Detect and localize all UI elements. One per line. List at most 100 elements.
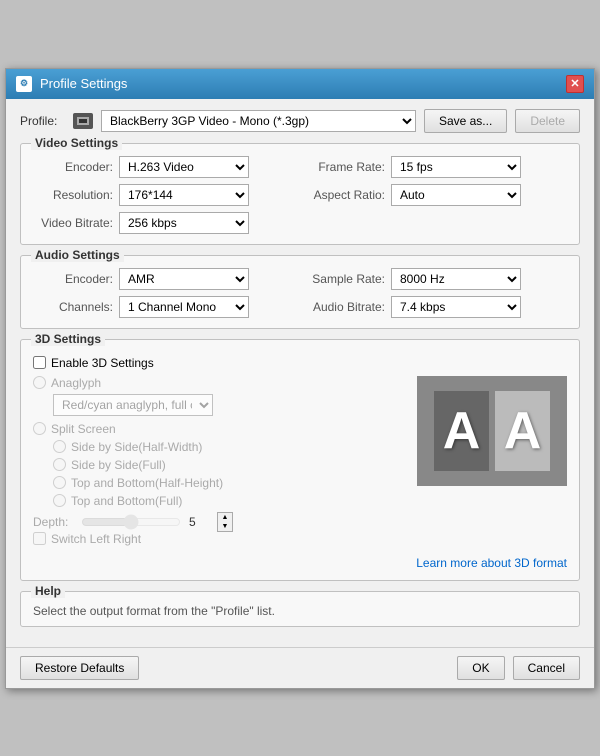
top-bottom-full-radio[interactable] [53, 494, 66, 507]
cancel-button[interactable]: Cancel [513, 656, 580, 680]
audio-form-grid: Encoder: AMR Sample Rate: 8000 Hz [33, 268, 567, 318]
split-screen-radio-row: Split Screen [33, 422, 407, 436]
audio-bitrate-select[interactable]: 7.4 kbps [391, 296, 521, 318]
video-settings-content: Encoder: H.263 Video Frame Rate: 15 fps [33, 156, 567, 234]
anaglyph-radio[interactable] [33, 376, 46, 389]
audio-encoder-label: Encoder: [33, 272, 113, 286]
top-bottom-full-row: Top and Bottom(Full) [33, 494, 407, 508]
title-bar: ⚙ Profile Settings ✕ [6, 69, 594, 99]
split-screen-label[interactable]: Split Screen [51, 422, 116, 436]
title-bar-left: ⚙ Profile Settings [16, 76, 127, 92]
depth-up-arrow[interactable]: ▲ [218, 513, 232, 522]
audio-encoder-select[interactable]: AMR [119, 268, 249, 290]
video-settings-title: Video Settings [31, 136, 122, 150]
bottom-right-buttons: OK Cancel [457, 656, 580, 680]
audio-encoder-form-row: Encoder: AMR [33, 268, 295, 290]
anaglyph-radio-row: Anaglyph [33, 376, 407, 390]
aspect-ratio-label: Aspect Ratio: [305, 188, 385, 202]
channels-row: Channels: 1 Channel Mono [33, 296, 295, 318]
dialog-title: Profile Settings [40, 76, 127, 91]
aa-letter-left: A [434, 391, 489, 471]
side-by-side-full-label[interactable]: Side by Side(Full) [71, 458, 166, 472]
audio-settings-content: Encoder: AMR Sample Rate: 8000 Hz [33, 268, 567, 318]
resolution-label: Resolution: [33, 188, 113, 202]
anaglyph-label[interactable]: Anaglyph [51, 376, 101, 390]
side-by-side-half-radio[interactable] [53, 440, 66, 453]
aspect-ratio-row: Aspect Ratio: Auto [305, 184, 567, 206]
3d-layout: Anaglyph Red/cyan anaglyph, full color S… [33, 376, 567, 552]
delete-button[interactable]: Delete [515, 109, 580, 133]
video-bitrate-form-row: Video Bitrate: 256 kbps [33, 212, 295, 234]
restore-defaults-button[interactable]: Restore Defaults [20, 656, 139, 680]
aspect-ratio-select[interactable]: Auto [391, 184, 521, 206]
profile-select[interactable]: BlackBerry 3GP Video - Mono (*.3gp) [101, 110, 416, 132]
sample-rate-form-row: Sample Rate: 8000 Hz [305, 268, 567, 290]
video-form-grid: Encoder: H.263 Video Frame Rate: 15 fps [33, 156, 567, 234]
3d-left: Anaglyph Red/cyan anaglyph, full color S… [33, 376, 407, 552]
sample-rate-row: Sample Rate: 8000 Hz [305, 268, 567, 290]
aspect-ratio-form-row: Aspect Ratio: Auto [305, 184, 567, 206]
encoder-select[interactable]: H.263 Video [119, 156, 249, 178]
help-text: Select the output format from the "Profi… [33, 604, 567, 618]
side-by-side-half-label[interactable]: Side by Side(Half-Width) [71, 440, 202, 454]
aa-preview-text: A A [434, 391, 550, 471]
switch-lr-row: Switch Left Right [33, 532, 407, 546]
help-title: Help [31, 584, 65, 598]
ok-button[interactable]: OK [457, 656, 504, 680]
depth-slider[interactable] [81, 514, 181, 530]
depth-row: Depth: 5 ▲ ▼ [33, 512, 407, 532]
side-by-side-full-row: Side by Side(Full) [33, 458, 407, 472]
top-bottom-half-radio[interactable] [53, 476, 66, 489]
3d-settings-content: Enable 3D Settings Anaglyph Red/cyan ana… [33, 352, 567, 570]
3d-settings-section: 3D Settings Enable 3D Settings Anaglyph [20, 339, 580, 581]
channels-select[interactable]: 1 Channel Mono [119, 296, 249, 318]
enable-3d-label[interactable]: Enable 3D Settings [51, 356, 154, 370]
side-by-side-full-radio[interactable] [53, 458, 66, 471]
encoder-label: Encoder: [33, 160, 113, 174]
frame-rate-form-row: Frame Rate: 15 fps [305, 156, 567, 178]
top-bottom-half-label[interactable]: Top and Bottom(Half-Height) [71, 476, 223, 490]
bottom-bar: Restore Defaults OK Cancel [6, 647, 594, 688]
resolution-row: Resolution: 176*144 [33, 184, 295, 206]
depth-down-arrow[interactable]: ▼ [218, 522, 232, 531]
video-bitrate-select[interactable]: 256 kbps [119, 212, 249, 234]
switch-lr-label[interactable]: Switch Left Right [51, 532, 141, 546]
top-bottom-half-row: Top and Bottom(Half-Height) [33, 476, 407, 490]
save-as-button[interactable]: Save as... [424, 109, 507, 133]
video-bitrate-row: Video Bitrate: 256 kbps [33, 212, 295, 234]
enable-3d-checkbox[interactable] [33, 356, 46, 369]
sample-rate-select[interactable]: 8000 Hz [391, 268, 521, 290]
video-settings-section: Video Settings Encoder: H.263 Video [20, 143, 580, 245]
encoder-form-row: Encoder: H.263 Video [33, 156, 295, 178]
help-section: Help Select the output format from the "… [20, 591, 580, 627]
learn-more-link[interactable]: Learn more about 3D format [416, 556, 567, 570]
app-icon: ⚙ [16, 76, 32, 92]
close-button[interactable]: ✕ [566, 75, 584, 93]
switch-lr-checkbox[interactable] [33, 532, 46, 545]
resolution-select[interactable]: 176*144 [119, 184, 249, 206]
side-by-side-half-row: Side by Side(Half-Width) [33, 440, 407, 454]
depth-value: 5 [189, 515, 209, 529]
audio-settings-title: Audio Settings [31, 248, 124, 262]
aa-letter-right: A [495, 391, 550, 471]
top-bottom-full-label[interactable]: Top and Bottom(Full) [71, 494, 182, 508]
audio-bitrate-form-row: Audio Bitrate: 7.4 kbps [305, 296, 567, 318]
depth-label: Depth: [33, 515, 73, 529]
frame-rate-label: Frame Rate: [305, 160, 385, 174]
3d-preview: A A [417, 376, 567, 486]
encoder-row: Encoder: H.263 Video [33, 156, 295, 178]
dialog: ⚙ Profile Settings ✕ Profile: BlackBerry… [5, 68, 595, 689]
learn-more-row: Learn more about 3D format [33, 556, 567, 570]
channels-label: Channels: [33, 300, 113, 314]
frame-rate-select[interactable]: 15 fps [391, 156, 521, 178]
profile-icon [73, 113, 93, 129]
split-screen-radio[interactable] [33, 422, 46, 435]
channels-form-row: Channels: 1 Channel Mono [33, 296, 295, 318]
depth-spinner[interactable]: ▲ ▼ [217, 512, 233, 532]
audio-encoder-row: Encoder: AMR [33, 268, 295, 290]
profile-label: Profile: [20, 114, 65, 128]
anaglyph-select[interactable]: Red/cyan anaglyph, full color [53, 394, 213, 416]
profile-row: Profile: BlackBerry 3GP Video - Mono (*.… [20, 109, 580, 133]
audio-bitrate-row: Audio Bitrate: 7.4 kbps [305, 296, 567, 318]
enable-3d-row: Enable 3D Settings [33, 356, 567, 370]
